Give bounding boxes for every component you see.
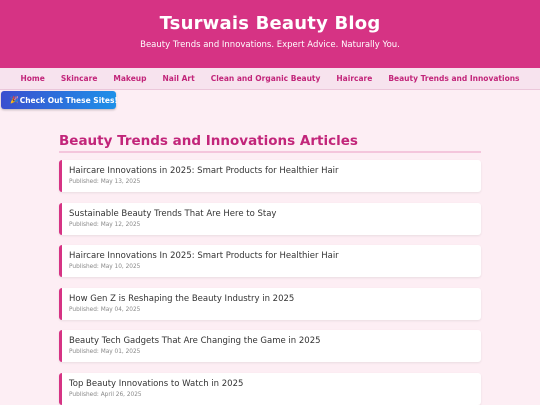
site-header: Tsurwais Beauty Blog Beauty Trends and I… bbox=[0, 0, 540, 68]
article-card[interactable]: Beauty Tech Gadgets That Are Changing th… bbox=[59, 330, 481, 362]
article-title[interactable]: Beauty Tech Gadgets That Are Changing th… bbox=[69, 336, 481, 347]
check-out-sites-button[interactable]: 🎉 Check Out These Sites! bbox=[1, 91, 118, 109]
nav-item-haircare[interactable]: Haircare bbox=[336, 74, 372, 83]
article-list: Haircare Innovations in 2025: Smart Prod… bbox=[59, 160, 481, 405]
article-title[interactable]: Haircare Innovations in 2025: Smart Prod… bbox=[69, 166, 481, 177]
article-card[interactable]: Haircare Innovations In 2025: Smart Prod… bbox=[59, 245, 481, 277]
nav-item-skincare[interactable]: Skincare bbox=[61, 74, 98, 83]
article-date: Published: May 12, 2025 bbox=[69, 221, 141, 228]
article-title[interactable]: Sustainable Beauty Trends That Are Here … bbox=[69, 209, 481, 220]
article-card[interactable]: Top Beauty Innovations to Watch in 2025 … bbox=[59, 372, 481, 405]
nav-item-clean-organic-beauty[interactable]: Clean and Organic Beauty bbox=[211, 74, 321, 83]
main-content: Beauty Trends and Innovations Articles H… bbox=[59, 133, 481, 405]
article-date: Published: April 26, 2025 bbox=[69, 391, 142, 398]
article-date: Published: May 04, 2025 bbox=[69, 306, 141, 313]
article-title[interactable]: How Gen Z is Reshaping the Beauty Indust… bbox=[69, 294, 481, 305]
article-title[interactable]: Top Beauty Innovations to Watch in 2025 bbox=[69, 379, 481, 390]
main-nav: Home Skincare Makeup Nail Art Clean and … bbox=[0, 68, 540, 90]
check-out-sites-label: Check Out These Sites! bbox=[19, 95, 118, 105]
nav-item-beauty-trends[interactable]: Beauty Trends and Innovations bbox=[388, 74, 519, 83]
article-card[interactable]: How Gen Z is Reshaping the Beauty Indust… bbox=[59, 287, 481, 320]
article-card[interactable]: Sustainable Beauty Trends That Are Here … bbox=[59, 202, 481, 235]
nav-item-nail-art[interactable]: Nail Art bbox=[163, 74, 195, 83]
article-date: Published: May 10, 2025 bbox=[69, 264, 141, 270]
article-title[interactable]: Haircare Innovations In 2025: Smart Prod… bbox=[69, 251, 481, 262]
site-tagline: Beauty Trends and Innovations. Expert Ad… bbox=[140, 40, 400, 50]
nav-item-makeup[interactable]: Makeup bbox=[113, 74, 146, 83]
party-popper-icon: 🎉 bbox=[10, 96, 19, 104]
site-title[interactable]: Tsurwais Beauty Blog bbox=[0, 13, 540, 35]
article-date: Published: May 13, 2025 bbox=[69, 179, 141, 185]
nav-item-home[interactable]: Home bbox=[20, 74, 44, 83]
article-card[interactable]: Haircare Innovations in 2025: Smart Prod… bbox=[59, 160, 481, 192]
article-date: Published: May 01, 2025 bbox=[69, 349, 141, 355]
section-title: Beauty Trends and Innovations Articles bbox=[59, 133, 481, 153]
